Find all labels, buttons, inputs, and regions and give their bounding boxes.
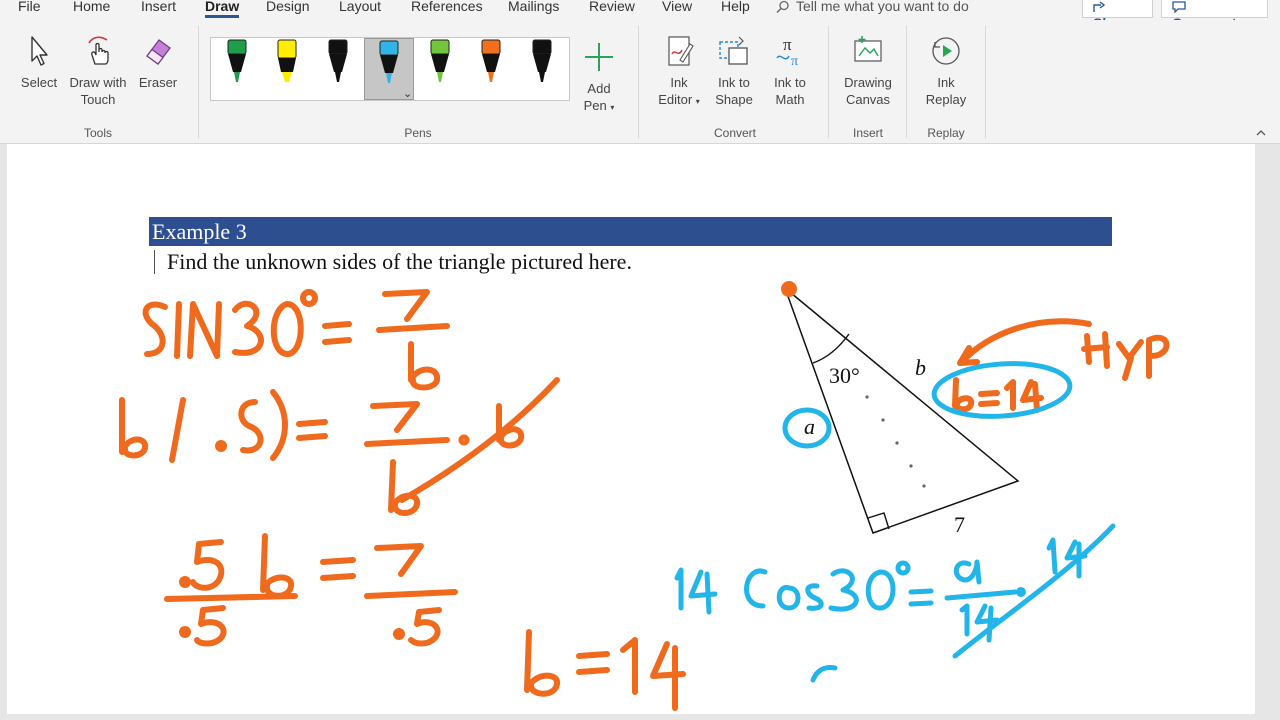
tab-mailings[interactable]: Mailings bbox=[508, 0, 559, 14]
pen-black-2[interactable] bbox=[518, 38, 568, 100]
tab-view[interactable]: View bbox=[662, 0, 692, 14]
comment-icon bbox=[1172, 1, 1186, 14]
tools-group-label: Tools bbox=[83, 126, 112, 140]
drawing-canvas-button[interactable]: Drawing Canvas bbox=[840, 34, 896, 108]
tell-me-search[interactable]: Tell me what you want to do bbox=[776, 0, 969, 14]
collapse-ribbon-icon[interactable] bbox=[1256, 128, 1266, 138]
select-arrow-icon bbox=[31, 36, 48, 66]
svg-text:π: π bbox=[783, 35, 792, 54]
touch-hand-icon bbox=[88, 36, 109, 65]
group-divider bbox=[906, 26, 907, 138]
pen-gallery: ⌄ bbox=[210, 37, 570, 101]
convert-group-label: Convert bbox=[713, 126, 757, 140]
eraser-label: Eraser bbox=[138, 75, 178, 90]
pens-group-label: Pens bbox=[404, 126, 432, 140]
svg-text:π: π bbox=[791, 54, 798, 68]
dropdown-caret-icon: ▾ bbox=[695, 97, 700, 106]
comments-button[interactable]: Comments bbox=[1161, 0, 1268, 31]
pi-math-icon: ππ bbox=[776, 35, 798, 69]
select-label: Select bbox=[20, 75, 58, 90]
ink-to-math-label-2: Math bbox=[775, 92, 805, 107]
handwritten-ink-layer bbox=[119, 281, 1170, 711]
plus-icon bbox=[585, 43, 613, 71]
ink-to-math-button[interactable]: ππ Ink to Math bbox=[766, 34, 814, 108]
pen-icon: ⌄ bbox=[379, 40, 412, 100]
pen-icon bbox=[430, 39, 450, 82]
highlighter-icon bbox=[277, 39, 297, 82]
tab-design[interactable]: Design bbox=[266, 0, 310, 14]
ink-replay-label-1: Ink bbox=[937, 75, 955, 90]
pen-icon bbox=[481, 39, 501, 82]
pen-options-caret-icon[interactable]: ⌄ bbox=[403, 88, 412, 100]
pen-black[interactable] bbox=[314, 38, 364, 100]
ink-editor-button[interactable]: Ink Editor ▾ bbox=[652, 34, 706, 110]
group-divider bbox=[638, 26, 639, 138]
add-pen-label-2: Pen ▾ bbox=[583, 98, 615, 113]
add-pen-button[interactable]: Add Pen ▾ bbox=[578, 40, 620, 116]
draw-with-touch-label-2: Touch bbox=[80, 92, 116, 107]
pen-icon bbox=[532, 39, 552, 82]
document-page[interactable]: Example 3 Find the unknown sides of the … bbox=[7, 144, 1255, 714]
share-button[interactable]: Share bbox=[1082, 0, 1153, 31]
tab-draw[interactable]: Draw bbox=[205, 0, 240, 18]
ink-replay-label-2: Replay bbox=[925, 92, 967, 107]
eraser-icon bbox=[146, 39, 171, 65]
pen-orange[interactable] bbox=[467, 38, 517, 100]
ribbon-tab-bar: File Home Insert Draw Design Layout Refe… bbox=[0, 0, 1280, 31]
replay-group-label: Replay bbox=[927, 126, 965, 140]
ink-replay-button[interactable]: Ink Replay bbox=[920, 34, 972, 108]
tab-insert[interactable]: Insert bbox=[141, 0, 176, 14]
pen-blue-selected[interactable]: ⌄ bbox=[364, 38, 414, 100]
draw-ribbon: Select Draw with Touch Eraser Tools ⌄ Ad… bbox=[0, 20, 1280, 144]
drawing-canvas-label-2: Canvas bbox=[845, 92, 891, 107]
replay-icon bbox=[932, 37, 960, 65]
ink-editor-label-1: Ink bbox=[670, 75, 688, 90]
tab-layout[interactable]: Layout bbox=[339, 0, 381, 14]
ink-to-shape-label-1: Ink to bbox=[718, 75, 750, 90]
tab-home[interactable]: Home bbox=[73, 0, 110, 14]
share-icon bbox=[1093, 1, 1106, 13]
draw-with-touch-label-1: Draw with bbox=[69, 75, 127, 90]
tab-help[interactable]: Help bbox=[721, 0, 750, 14]
tell-me-text: Tell me what you want to do bbox=[796, 0, 969, 14]
pen-icon bbox=[227, 39, 247, 82]
drawing-canvas-label-1: Drawing bbox=[844, 75, 892, 90]
group-divider bbox=[198, 26, 199, 138]
ink-to-shape-icon bbox=[719, 36, 748, 65]
dropdown-caret-icon: ▾ bbox=[610, 103, 615, 112]
group-divider bbox=[985, 26, 986, 138]
ink-to-math-label-1: Ink to bbox=[774, 75, 806, 90]
group-divider bbox=[828, 26, 829, 138]
tab-references[interactable]: References bbox=[411, 0, 483, 14]
ink-editor-label-2: Editor ▾ bbox=[658, 92, 700, 107]
ink-to-shape-button[interactable]: Ink to Shape bbox=[710, 34, 758, 108]
tab-file[interactable]: File bbox=[18, 0, 41, 14]
draw-with-touch-button[interactable]: Draw with Touch bbox=[66, 34, 130, 108]
tab-review[interactable]: Review bbox=[589, 0, 635, 14]
ink-to-shape-label-2: Shape bbox=[715, 92, 753, 107]
select-button[interactable]: Select bbox=[18, 34, 60, 91]
search-icon bbox=[776, 1, 789, 14]
document-area: Example 3 Find the unknown sides of the … bbox=[0, 144, 1280, 720]
ink-editor-icon bbox=[668, 36, 694, 66]
add-pen-label-1: Add bbox=[587, 81, 611, 96]
pen-icon bbox=[328, 39, 348, 82]
highlighter-yellow[interactable] bbox=[263, 38, 313, 100]
drawing-canvas-icon bbox=[854, 36, 882, 62]
pen-green[interactable] bbox=[213, 38, 263, 100]
eraser-button[interactable]: Eraser bbox=[136, 34, 180, 91]
insert-group-label: Insert bbox=[852, 126, 883, 140]
pen-light-green[interactable] bbox=[416, 38, 466, 100]
